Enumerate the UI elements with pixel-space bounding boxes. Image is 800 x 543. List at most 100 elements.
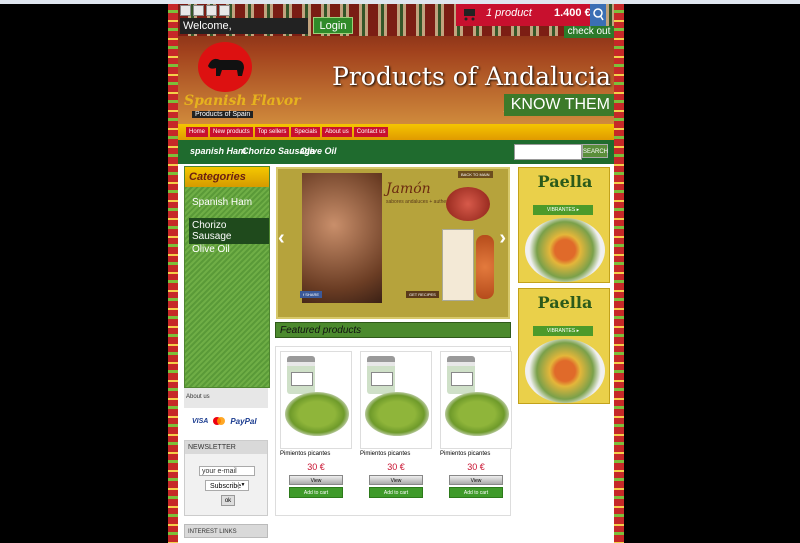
flag-icon[interactable] <box>206 5 217 16</box>
nav-tabs: Home New products Top sellers Specials A… <box>186 127 389 137</box>
chevron-down-icon: ▼ <box>238 482 247 489</box>
product-card: Pimientos picantes 30 € View Add to cart <box>280 351 352 498</box>
slide-body-text <box>386 237 438 297</box>
product-name[interactable]: Pimientos picantes <box>440 451 512 457</box>
login-button[interactable]: Login <box>313 17 353 34</box>
tab-contact-us[interactable]: Contact us <box>353 127 389 137</box>
paella-dish-image <box>525 218 605 282</box>
jar-image <box>447 356 475 394</box>
chevron-right-icon[interactable]: › <box>499 227 506 250</box>
featured-products-heading: Featured products <box>275 322 511 338</box>
hero-slider[interactable]: Jamón sabores andaluces + authentic flav… <box>276 167 510 319</box>
product-name[interactable]: Pimientos picantes <box>280 451 352 457</box>
jar-image <box>367 356 395 394</box>
select-value: Subscribe <box>210 483 242 490</box>
tab-home[interactable]: Home <box>186 127 209 137</box>
header-banner: Welcome, Login 1 product 1.400 € check o… <box>178 4 614 124</box>
welcome-field[interactable]: Welcome, <box>180 18 308 34</box>
payment-methods: VISA PayPal <box>184 410 268 432</box>
language-flags <box>180 5 230 16</box>
banner-title: Products of Andalucia <box>332 62 612 91</box>
checkout-button[interactable]: check out <box>564 26 614 38</box>
product-price: 30 € <box>307 462 325 472</box>
jar-image <box>287 356 315 394</box>
ad-title: Paella <box>537 293 593 312</box>
product-card: Pimientos picantes 30 € View Add to cart <box>440 351 512 498</box>
sidebar-item-olive-oil[interactable]: Olive Oil <box>189 242 233 257</box>
paella-ad[interactable]: Paella VIBRANTES ▸ <box>518 288 610 404</box>
flag-icon[interactable] <box>180 5 191 16</box>
left-decorative-border <box>168 4 178 543</box>
add-to-cart-button[interactable]: Add to cart <box>449 487 503 498</box>
cart-count: 1 product <box>486 7 532 19</box>
shopping-cart-icon <box>464 9 475 21</box>
ad-badge: VIBRANTES ▸ <box>533 205 593 215</box>
product-name[interactable]: Pimientos picantes <box>360 451 432 457</box>
flag-icon[interactable] <box>219 5 230 16</box>
peppers-image <box>285 392 349 436</box>
page-content: Welcome, Login 1 product 1.400 € check o… <box>178 4 614 543</box>
ham-leg-image <box>302 173 382 303</box>
sidebar-item-chorizo-sausage[interactable]: Chorizo Sausage <box>189 218 269 244</box>
category-link-spanish-ham[interactable]: spanish Ham <box>190 146 246 156</box>
search-input[interactable] <box>514 144 582 160</box>
paella-dish-image <box>525 339 605 403</box>
right-decorative-border <box>614 4 624 543</box>
magnifier-icon[interactable] <box>590 4 606 26</box>
interest-links-heading: INTEREST LINKS <box>184 524 268 538</box>
sidebar-item-spanish-ham[interactable]: Spanish Ham <box>189 195 255 210</box>
jar-label <box>371 372 393 386</box>
product-price: 30 € <box>467 462 485 472</box>
paella-ad[interactable]: Paella VIBRANTES ▸ <box>518 167 610 283</box>
newsletter-ok-button[interactable]: ok <box>221 495 235 506</box>
chevron-left-icon[interactable]: ‹ <box>278 227 285 250</box>
back-to-main-button[interactable]: BACK TO MAIN <box>458 171 493 178</box>
product-price: 30 € <box>387 462 405 472</box>
know-them-button[interactable]: KNOW THEM <box>504 94 614 116</box>
tab-new-products[interactable]: New products <box>210 127 253 137</box>
search-button[interactable]: SEARCH <box>582 144 608 158</box>
brand-tagline: Products of Spain <box>192 111 254 118</box>
ad-title: Paella <box>537 172 593 191</box>
peppers-image <box>365 392 429 436</box>
cart-summary[interactable]: 1 product 1.400 € <box>456 4 606 26</box>
jar-label <box>291 372 313 386</box>
tab-top-sellers[interactable]: Top sellers <box>254 127 290 137</box>
product-image[interactable] <box>440 351 512 449</box>
ad-badge: VIBRANTES ▸ <box>533 326 593 336</box>
newsletter-email-input[interactable]: your e-mail <box>199 466 255 476</box>
categories-panel: Categories Spanish Ham Chorizo Sausage O… <box>184 166 270 388</box>
newsletter-box: NEWSLETTER your e-mail Subscribe ▼ ok <box>184 440 268 516</box>
tab-about-us[interactable]: About us <box>322 127 352 137</box>
product-image[interactable] <box>360 351 432 449</box>
category-link-olive-oil[interactable]: Olive Oil <box>300 146 337 156</box>
mastercard-icon <box>213 417 226 425</box>
add-to-cart-button[interactable]: Add to cart <box>289 487 343 498</box>
about-us-link[interactable]: About us <box>184 388 268 408</box>
brand-logo-text[interactable]: Spanish Flavor <box>184 93 301 109</box>
flag-icon[interactable] <box>193 5 204 16</box>
view-button[interactable]: View <box>369 475 423 485</box>
view-button[interactable]: View <box>289 475 343 485</box>
slide-title: Jamón <box>386 181 431 197</box>
get-recipes-button[interactable]: GET RECIPES <box>406 291 439 298</box>
sliced-ham-image <box>446 187 490 221</box>
ham-plate-image <box>442 229 474 301</box>
cart-total: 1.400 € <box>554 7 591 19</box>
add-to-cart-button[interactable]: Add to cart <box>369 487 423 498</box>
shrimp-image <box>476 235 494 299</box>
product-image[interactable] <box>280 351 352 449</box>
store-page: Welcome, Login 1 product 1.400 € check o… <box>168 4 624 543</box>
newsletter-action-select[interactable]: Subscribe ▼ <box>205 480 249 491</box>
tab-specials[interactable]: Specials <box>291 127 321 137</box>
jar-label <box>451 372 473 386</box>
category-bar: spanish Ham Chorizo Sausage Olive Oil SE… <box>178 140 614 164</box>
paypal-logo: PayPal <box>230 416 257 426</box>
facebook-share-button[interactable]: f SHARE <box>300 291 323 298</box>
view-button[interactable]: View <box>449 475 503 485</box>
newsletter-heading: NEWSLETTER <box>185 441 267 454</box>
categories-heading: Categories <box>185 167 269 187</box>
featured-products-grid: Pimientos picantes 30 € View Add to cart… <box>275 346 512 516</box>
bull-logo-icon[interactable] <box>198 42 252 92</box>
main-nav: Home New products Top sellers Specials A… <box>178 124 614 140</box>
